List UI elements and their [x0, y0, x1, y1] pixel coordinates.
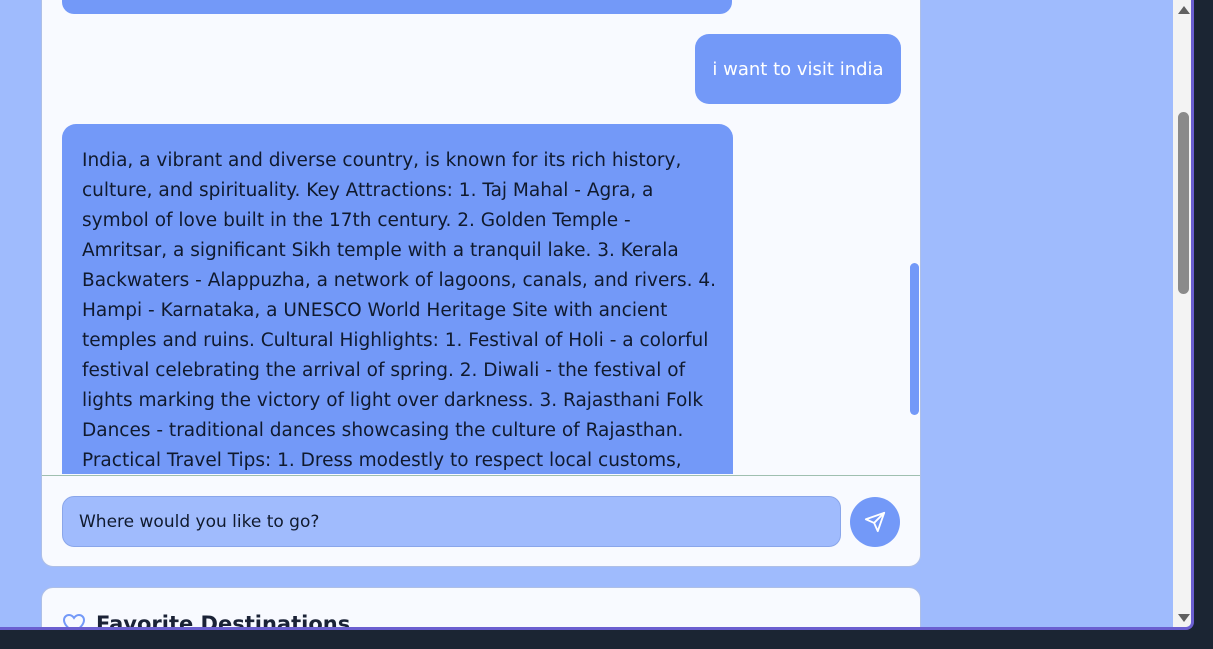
scroll-down-icon[interactable]: [1178, 614, 1190, 622]
heart-icon: [62, 613, 86, 627]
page-scrollbar[interactable]: [1173, 0, 1191, 627]
scroll-up-icon[interactable]: [1178, 6, 1190, 14]
send-button[interactable]: [850, 497, 900, 547]
assistant-message-bubble: India, a vibrant and diverse country, is…: [62, 124, 733, 474]
destination-input[interactable]: [62, 496, 841, 547]
favorites-panel: Favorite Destinations: [41, 587, 921, 630]
composer-divider: [42, 475, 920, 476]
favorites-title: Favorite Destinations: [96, 612, 351, 630]
favorites-header: Favorite Destinations: [62, 612, 351, 630]
chat-scrollbar-thumb[interactable]: [910, 263, 919, 415]
page-scrollbar-thumb[interactable]: [1178, 112, 1189, 294]
user-message-bubble: i want to visit india: [695, 34, 901, 104]
chat-panel: i want to visit india India, a vibrant a…: [41, 0, 921, 567]
send-icon: [864, 511, 886, 533]
app-window: i want to visit india India, a vibrant a…: [0, 0, 1194, 630]
previous-assistant-message: [62, 0, 732, 14]
